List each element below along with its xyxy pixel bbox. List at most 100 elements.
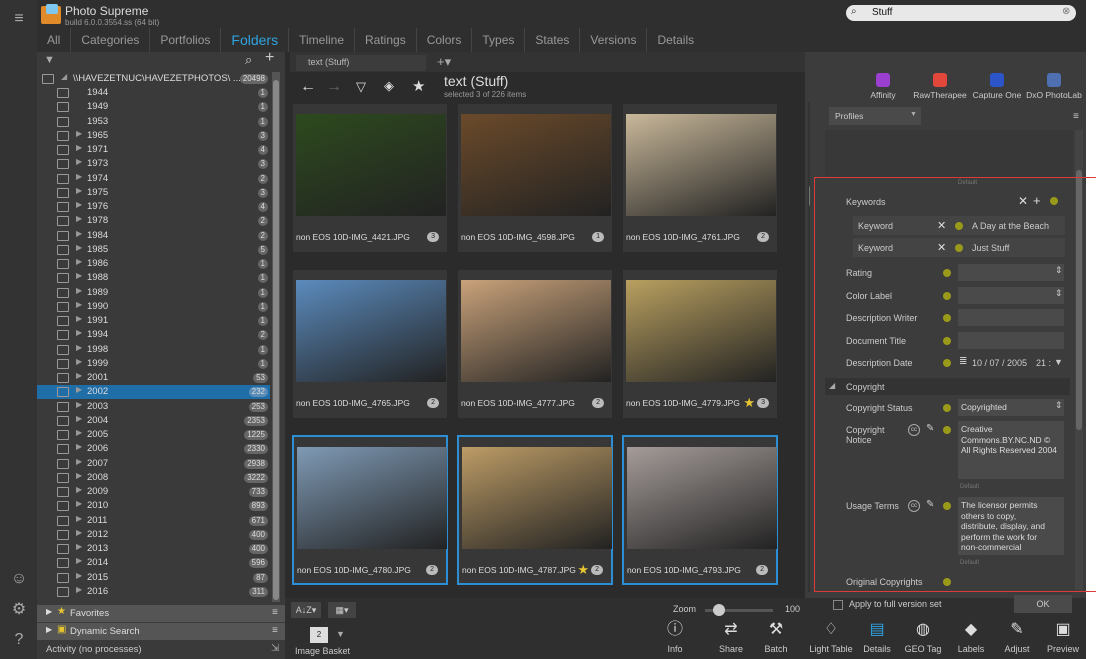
tree-item[interactable]: ▶ 1989 1 [37,286,270,300]
tree-item[interactable]: ▶ 2005 1225 [37,428,270,442]
light-table-button[interactable]: ♢ Light Table [806,622,856,655]
expand-icon[interactable]: ▶ [76,271,82,280]
tab-timeline[interactable]: Timeline [288,28,354,52]
dynamic-search-panel[interactable]: Dynamic Search [37,622,285,640]
expand-icon[interactable]: ▶ [76,300,82,309]
hamburger-menu-icon[interactable]: ≡ [8,8,30,30]
collapse-icon[interactable]: ◢ [61,72,67,81]
tree-item[interactable]: 1949 1 [37,100,270,114]
tree-item[interactable]: ▶ 2008 3222 [37,471,270,485]
people-icon[interactable]: ☺ [8,568,30,590]
tree-item[interactable]: ▶ 2007 2938 [37,457,270,471]
info-button[interactable]: ⓘ Info [650,622,700,655]
star-icon[interactable]: ★ [412,77,425,95]
expand-icon[interactable]: ▶ [76,428,82,437]
tab-folders[interactable]: Folders [220,28,288,52]
expand-icon[interactable]: ▶ [76,143,82,152]
expand-icon[interactable]: ▶ [76,343,82,352]
thumbnail[interactable]: non EOS 10D-IMG_4787.JPG ★ 2 [457,435,613,585]
expand-icon[interactable]: ▶ [76,471,82,480]
tree-item[interactable]: ▶ 1971 4 [37,143,270,157]
tree-item[interactable]: ▶ 1976 4 [37,200,270,214]
thumbnail[interactable]: non EOS 10D-IMG_4779.JPG ★ 3 [622,269,778,419]
tree-item[interactable]: ▶ 1998 1 [37,343,270,357]
expand-icon[interactable]: ▶ [76,556,82,565]
tree-item[interactable]: ▶ 2003 253 [37,400,270,414]
tree-item[interactable]: ▶ 2012 400 [37,528,270,542]
expand-icon[interactable]: ▶ [46,625,52,634]
ok-button[interactable]: OK [1014,595,1072,613]
tab-states[interactable]: States [524,28,579,52]
view-mode-button[interactable]: ▦▾ [328,602,356,618]
tab-portfolios[interactable]: Portfolios [149,28,220,52]
tree-item[interactable]: ▶ 1978 2 [37,214,270,228]
tree-item[interactable]: ▶ 2016 311 [37,585,270,599]
add-icon[interactable]: + [265,49,274,67]
tree-item[interactable]: ▶ 1975 3 [37,186,270,200]
back-arrow-icon[interactable]: ← [300,78,316,96]
app-rawtherapee[interactable]: RawTherapee [912,73,968,100]
sort-button[interactable]: A↓Z▾ [291,602,321,618]
tree-item[interactable]: ▶ 2014 596 [37,556,270,570]
expand-icon[interactable]: ▶ [76,528,82,537]
tree-item[interactable]: ▶ 2011 671 [37,514,270,528]
tree-item[interactable]: ▶ 1973 3 [37,157,270,171]
tree-item[interactable]: ▶ 2006 2330 [37,442,270,456]
thumbnail[interactable]: non EOS 10D-IMG_4765.JPG 2 [292,269,448,419]
expand-icon[interactable]: ▶ [76,485,82,494]
tree-item[interactable]: 1953 1 [37,115,270,129]
settings-gear-icon[interactable]: ⚙ [8,599,30,621]
expand-icon[interactable]: ▶ [76,172,82,181]
tab-all[interactable]: All [37,28,70,52]
export-icon[interactable]: ⇲ [271,643,279,654]
filter-icon[interactable]: ▽ [356,79,366,95]
filter-icon[interactable]: ▼ [44,54,55,66]
tree-item[interactable]: ▶ 2009 733 [37,485,270,499]
tree-item[interactable]: ▶ 2013 400 [37,542,270,556]
preview-button[interactable]: ▣ Preview [1038,622,1086,655]
expand-icon[interactable]: ▶ [76,385,82,394]
adjust-button[interactable]: ✎ Adjust [992,622,1042,655]
menu-icon[interactable]: ≡ [1073,111,1079,122]
thumbnail[interactable]: non EOS 10D-IMG_4777.JPG 2 [457,269,613,419]
expand-icon[interactable]: ▶ [76,186,82,195]
app-affinity[interactable]: Affinity [855,73,911,100]
layers-icon[interactable]: ◈ [384,78,394,94]
search-input[interactable]: Stuff [846,5,1076,21]
clear-search-icon[interactable]: ⊗ [1062,6,1070,17]
expand-icon[interactable]: ▶ [76,328,82,337]
expand-icon[interactable]: ▶ [76,314,82,323]
tree-item[interactable]: ▶ 2010 893 [37,499,270,513]
app-dxo-photolab[interactable]: DxO PhotoLab [1026,73,1082,100]
expand-icon[interactable]: ▶ [76,371,82,380]
expand-icon[interactable]: ▶ [76,157,82,166]
expand-icon[interactable]: ▶ [76,400,82,409]
expand-icon[interactable]: ▶ [76,457,82,466]
batch-button[interactable]: ⚒ Batch [751,622,801,655]
tree-item[interactable]: ▶ 1988 1 [37,271,270,285]
expand-icon[interactable]: ▶ [76,585,82,594]
tree-scroll-thumb[interactable] [273,80,279,600]
tab-details[interactable]: Details [646,28,704,52]
tree-item[interactable]: ▶ 1984 2 [37,229,270,243]
tree-item[interactable]: ▶ 1994 2 [37,328,270,342]
tree-item[interactable]: ▶ 1986 1 [37,257,270,271]
expand-icon[interactable]: ▶ [76,257,82,266]
add-tab-icon[interactable]: +▾ [437,54,451,70]
tree-item[interactable]: ▶ 1985 5 [37,243,270,257]
forward-arrow-icon[interactable]: → [326,78,342,96]
expand-icon[interactable]: ▶ [76,499,82,508]
profiles-dropdown[interactable]: Profiles [829,107,921,125]
tab-ratings[interactable]: Ratings [354,28,416,52]
thumbnail[interactable]: non EOS 10D-IMG_4761.JPG 2 [622,103,778,253]
tab-types[interactable]: Types [471,28,524,52]
metadata-field[interactable] [825,130,1073,178]
details-button[interactable]: ▤ Details [852,622,902,655]
tab-colors[interactable]: Colors [415,28,472,52]
thumbnail[interactable]: non EOS 10D-IMG_4780.JPG 2 [292,435,448,585]
expand-icon[interactable]: ▶ [76,542,82,551]
expand-icon[interactable]: ▶ [76,229,82,238]
search-icon[interactable]: ⌕ [245,52,252,68]
tree-item[interactable]: ▶ 2002 232 [37,385,270,400]
zoom-slider-handle[interactable] [713,604,725,616]
